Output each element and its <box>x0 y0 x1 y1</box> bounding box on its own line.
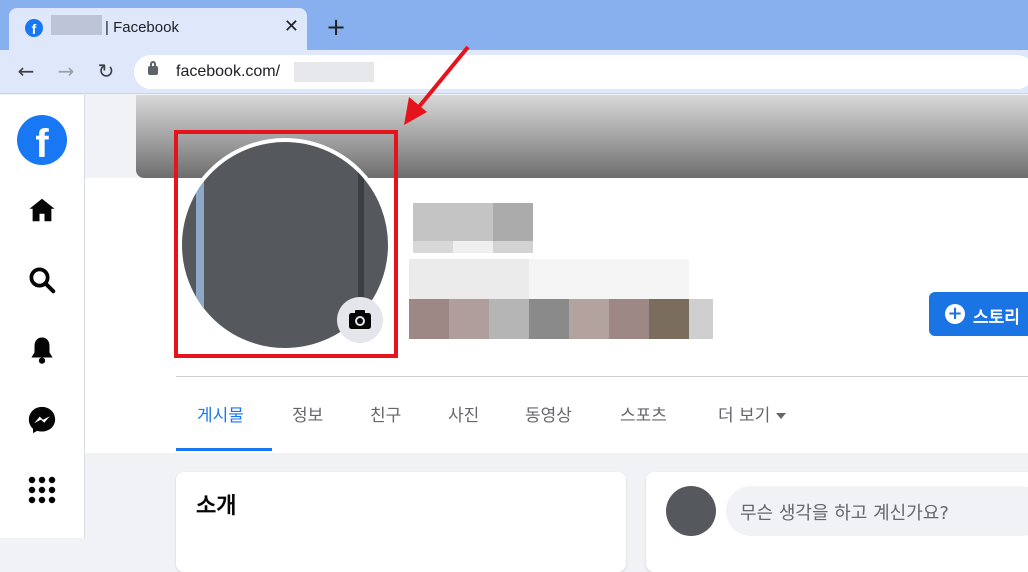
divider <box>176 376 1028 377</box>
browser-toolbar: ← → ↻ facebook.com/ <box>0 50 1028 94</box>
home-icon[interactable] <box>27 195 57 225</box>
avatar[interactable] <box>666 486 716 536</box>
friend-avatar-redacted <box>449 299 489 339</box>
tab-about[interactable]: 정보 <box>292 401 323 426</box>
tab-more-label: 더 보기 <box>718 406 771 426</box>
messenger-icon[interactable] <box>27 405 57 435</box>
active-tab-indicator <box>176 448 272 451</box>
browser-tab-strip: f | Facebook ✕ + <box>0 0 1028 50</box>
friend-avatar-redacted <box>569 299 609 339</box>
add-story-label: 스토리 <box>973 308 1020 328</box>
browser-tab[interactable]: f | Facebook ✕ <box>9 8 307 50</box>
search-icon[interactable] <box>27 265 57 295</box>
post-composer-input[interactable]: 무슨 생각을 하고 계신가요? <box>726 486 1028 536</box>
reload-button[interactable]: ↻ <box>93 58 119 84</box>
caret-down-icon <box>776 413 787 419</box>
tab-posts[interactable]: 게시물 <box>197 401 244 426</box>
left-rail: f <box>0 95 85 538</box>
friend-avatar-redacted <box>529 299 569 339</box>
tab-close-icon[interactable]: ✕ <box>284 16 299 38</box>
tab-more[interactable]: 더 보기 <box>718 401 787 426</box>
lock-icon <box>148 61 158 75</box>
friend-avatar-redacted <box>489 299 529 339</box>
friend-avatar-redacted <box>609 299 649 339</box>
highlight-box <box>174 130 398 358</box>
new-tab-button[interactable]: + <box>326 13 346 41</box>
friend-avatar-redacted <box>409 299 449 339</box>
facebook-logo-icon[interactable]: f <box>17 115 67 165</box>
intro-title: 소개 <box>196 494 237 519</box>
tab-sports[interactable]: 스포츠 <box>620 401 667 426</box>
url-text: facebook.com/ <box>176 63 281 80</box>
tab-friends[interactable]: 친구 <box>370 401 401 426</box>
menu-grid-icon[interactable] <box>27 475 57 505</box>
composer-card: 무슨 생각을 하고 계신가요? <box>646 472 1028 572</box>
name-redacted <box>413 203 493 241</box>
tab-photos[interactable]: 사진 <box>448 401 479 426</box>
tab-title: | Facebook <box>105 19 179 36</box>
forward-button[interactable]: → <box>53 58 79 84</box>
bell-icon[interactable] <box>27 335 57 365</box>
name-redacted <box>493 203 533 241</box>
tab-videos[interactable]: 동영상 <box>525 401 572 426</box>
facebook-favicon-icon: f <box>25 19 43 37</box>
friends-count-redacted <box>409 259 529 299</box>
address-bar[interactable]: facebook.com/ <box>134 55 1028 89</box>
friend-avatar-redacted <box>649 299 689 339</box>
back-button[interactable]: ← <box>13 58 39 84</box>
url-redacted <box>294 62 374 82</box>
intro-card: 소개 <box>176 472 626 572</box>
friend-avatar-redacted <box>689 299 713 339</box>
add-story-button[interactable]: + 스토리 <box>929 292 1028 336</box>
plus-icon: + <box>945 304 965 324</box>
tab-title-redacted <box>51 15 102 35</box>
